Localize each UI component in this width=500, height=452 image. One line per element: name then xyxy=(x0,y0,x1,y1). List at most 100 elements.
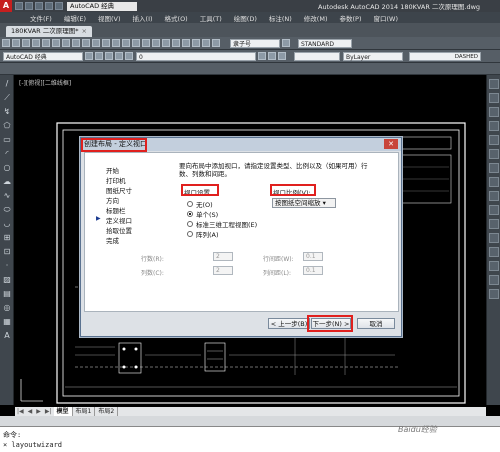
menu-edit[interactable]: 编辑(E) xyxy=(64,13,86,23)
move-icon[interactable] xyxy=(489,149,499,159)
undo-icon[interactable] xyxy=(92,39,100,47)
option-array[interactable]: 阵列(A) xyxy=(187,229,219,239)
trim-icon[interactable] xyxy=(489,205,499,215)
design-center-icon[interactable] xyxy=(162,39,170,47)
region-icon[interactable]: ◎ xyxy=(2,303,12,313)
zoom-window-icon[interactable] xyxy=(132,39,140,47)
tab-nav-next-icon[interactable]: ▶ xyxy=(34,408,43,415)
open-icon[interactable] xyxy=(25,2,33,10)
cut-icon[interactable] xyxy=(52,39,60,47)
spline-icon[interactable]: ∿ xyxy=(2,191,12,201)
rotate-icon[interactable] xyxy=(489,163,499,173)
scale-dropdown[interactable]: 按图纸空间缩放 ▾ xyxy=(272,198,336,208)
polygon-icon[interactable]: ⬠ xyxy=(2,121,12,131)
layer-match-icon[interactable] xyxy=(278,52,286,60)
menu-parametric[interactable]: 参数(P) xyxy=(339,13,361,23)
ellipse-arc-icon[interactable]: ◡ xyxy=(2,219,12,229)
viewport-controls[interactable]: [-][俯视][二维线框] xyxy=(19,78,71,87)
tab-nav-prev-icon[interactable]: ◀ xyxy=(26,408,35,415)
menu-insert[interactable]: 插入(I) xyxy=(133,13,153,23)
layer-previous-icon[interactable] xyxy=(268,52,276,60)
explode-icon[interactable] xyxy=(489,289,499,299)
option-std-3d[interactable]: 标准三维工程视图(E) xyxy=(187,219,257,229)
pan-icon[interactable] xyxy=(112,39,120,47)
option-single[interactable]: 单个(S) xyxy=(187,209,218,219)
menu-draw[interactable]: 绘图(D) xyxy=(234,13,257,23)
tab-model[interactable]: 模型 xyxy=(53,407,73,416)
menu-window[interactable]: 窗口(W) xyxy=(373,13,398,23)
offset-icon[interactable] xyxy=(489,121,499,131)
cancel-button[interactable]: 取消 xyxy=(357,318,395,329)
redo-icon[interactable] xyxy=(102,39,110,47)
menu-dimension[interactable]: 标注(N) xyxy=(269,13,292,23)
table-icon[interactable]: ▦ xyxy=(2,317,12,327)
rows-input[interactable]: 2 xyxy=(213,252,233,261)
erase-icon[interactable] xyxy=(489,79,499,89)
back-button[interactable]: < 上一步(B) xyxy=(268,318,310,329)
zoom-previous-icon[interactable] xyxy=(142,39,150,47)
point-icon[interactable]: · xyxy=(2,261,12,271)
ellipse-icon[interactable]: ⬭ xyxy=(2,205,12,215)
open-icon[interactable] xyxy=(12,39,20,47)
stretch-icon[interactable] xyxy=(489,191,499,201)
tab-layout2[interactable]: 布局2 xyxy=(95,407,119,416)
mirror-icon[interactable] xyxy=(489,107,499,117)
join-icon[interactable] xyxy=(489,247,499,257)
match-properties-icon[interactable] xyxy=(82,39,90,47)
light-bulb-icon[interactable] xyxy=(105,52,113,60)
linetype-combo[interactable]: ByLayer xyxy=(343,51,403,61)
col-spacing-input[interactable]: 0.1 xyxy=(303,266,323,275)
revision-cloud-icon[interactable]: ☁ xyxy=(2,177,12,187)
print-icon[interactable] xyxy=(32,39,40,47)
preview-icon[interactable] xyxy=(42,39,50,47)
tab-nav-last-icon[interactable]: ▶| xyxy=(43,408,54,415)
markup-icon[interactable] xyxy=(192,39,200,47)
menu-tools[interactable]: 工具(T) xyxy=(200,13,222,23)
sun-icon[interactable] xyxy=(115,52,123,60)
tool-palettes-icon[interactable] xyxy=(172,39,180,47)
new-icon[interactable] xyxy=(2,39,10,47)
option-none[interactable]: 无(O) xyxy=(187,199,213,209)
make-block-icon[interactable]: ⊡ xyxy=(2,247,12,257)
construction-line-icon[interactable]: ⟋ xyxy=(2,93,12,103)
paste-icon[interactable] xyxy=(72,39,80,47)
multiline-text-icon[interactable]: A xyxy=(2,331,12,341)
rectangle-icon[interactable]: ▭ xyxy=(2,135,12,145)
break-icon[interactable] xyxy=(489,233,499,243)
undo-icon[interactable] xyxy=(45,2,53,10)
copy-object-icon[interactable] xyxy=(489,93,499,103)
close-icon[interactable]: ✕ xyxy=(384,139,398,149)
menu-modify[interactable]: 修改(M) xyxy=(304,13,328,23)
menu-format[interactable]: 格式(O) xyxy=(165,13,188,23)
workspace-combo[interactable]: AutoCAD 经典 xyxy=(3,51,83,61)
color-combo[interactable] xyxy=(294,51,340,61)
tab-layout1[interactable]: 布局1 xyxy=(73,407,96,416)
arc-icon[interactable]: ◜ xyxy=(2,149,12,159)
polyline-icon[interactable]: ↯ xyxy=(2,107,12,117)
file-tab[interactable]: 180KVAR 二次原理图* × xyxy=(6,26,92,37)
menu-view[interactable]: 视图(V) xyxy=(98,13,121,23)
properties-icon[interactable] xyxy=(152,39,160,47)
layer-combo[interactable]: 0 xyxy=(136,51,256,61)
gradient-icon[interactable]: ▤ xyxy=(2,289,12,299)
text-style-icon[interactable] xyxy=(282,39,290,47)
menu-file[interactable]: 文件(F) xyxy=(30,13,52,23)
app-logo-icon[interactable]: A xyxy=(0,0,12,12)
workspace-dropdown[interactable]: AutoCAD 经典 xyxy=(67,1,137,11)
help-icon[interactable] xyxy=(212,39,220,47)
cols-input[interactable]: 2 xyxy=(213,266,233,275)
fillet-icon[interactable] xyxy=(489,275,499,285)
copy-icon[interactable] xyxy=(62,39,70,47)
insert-block-icon[interactable]: ⊞ xyxy=(2,233,12,243)
layer-properties-icon[interactable] xyxy=(85,52,93,60)
save-icon[interactable] xyxy=(35,2,43,10)
scale-icon[interactable] xyxy=(489,177,499,187)
chamfer-icon[interactable] xyxy=(489,261,499,271)
zoom-icon[interactable] xyxy=(122,39,130,47)
lineweight-combo[interactable]: DASHED xyxy=(409,51,481,61)
close-tab-icon[interactable]: × xyxy=(81,27,86,35)
new-icon[interactable] xyxy=(15,2,23,10)
font-combo[interactable]: 隶子号 xyxy=(230,38,280,48)
save-icon[interactable] xyxy=(22,39,30,47)
layer-state-icon[interactable] xyxy=(95,52,103,60)
